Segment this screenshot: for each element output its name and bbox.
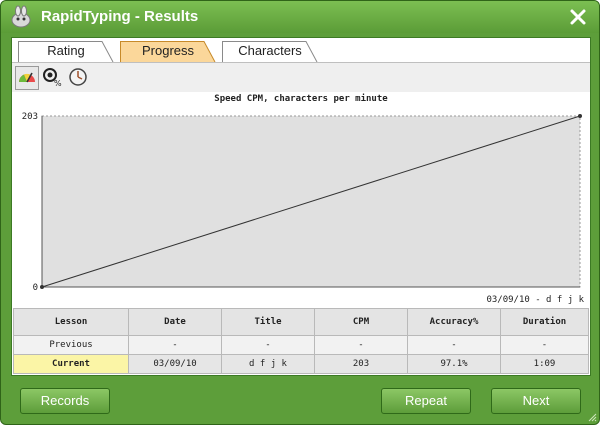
cell-date: - bbox=[128, 335, 222, 355]
rabbit-app-icon bbox=[11, 5, 31, 28]
duration-chart-button[interactable] bbox=[67, 66, 91, 90]
chart-title: Speed CPM, characters per minute bbox=[214, 94, 388, 104]
cell-cpm: - bbox=[314, 335, 408, 355]
clock-icon bbox=[69, 68, 87, 86]
title-bar[interactable]: RapidTyping - Results bbox=[1, 1, 599, 33]
speed-chart: 203 0 03/09/10 - d f j k Speed CPM, charac… bbox=[12, 92, 590, 306]
data-point bbox=[40, 285, 44, 289]
table-header-row: Lesson Date Title CPM Accuracy% Duration bbox=[13, 308, 589, 336]
tab-characters[interactable]: Characters bbox=[222, 40, 318, 62]
cell-accuracy: - bbox=[407, 335, 501, 355]
results-panel: Rating Progress Characters % 203 0 03/09… bbox=[11, 37, 591, 376]
speed-chart-button[interactable] bbox=[15, 66, 39, 90]
x-axis-caption: 03/09/10 - d f j k bbox=[486, 295, 584, 305]
header-lesson: Lesson bbox=[13, 308, 129, 336]
chart-toolbar: % bbox=[12, 62, 590, 93]
header-accuracy: Accuracy% bbox=[407, 308, 501, 336]
cell-title: - bbox=[221, 335, 315, 355]
tab-strip: Rating Progress Characters bbox=[12, 38, 590, 62]
cell-duration: 1:09 bbox=[500, 354, 589, 374]
y-tick-label: 0 bbox=[33, 283, 38, 293]
table-row-current: Current 03/09/10 d f j k 203 97.1% 1:09 bbox=[13, 354, 589, 374]
cell-title: d f j k bbox=[221, 354, 315, 374]
next-button[interactable]: Next bbox=[491, 388, 581, 414]
table-row-previous: Previous - - - - - bbox=[13, 335, 589, 355]
svg-text:%: % bbox=[54, 79, 62, 88]
cell-duration: - bbox=[500, 335, 589, 355]
y-tick-label: 203 bbox=[22, 112, 38, 122]
results-window: RapidTyping - Results Rating Progress Ch… bbox=[0, 0, 600, 425]
cell-date: 03/09/10 bbox=[128, 354, 222, 374]
header-date: Date bbox=[128, 308, 222, 336]
repeat-button[interactable]: Repeat bbox=[381, 388, 471, 414]
speed-gauge-icon bbox=[18, 72, 35, 83]
cell-accuracy: 97.1% bbox=[407, 354, 501, 374]
cell-cpm: 203 bbox=[314, 354, 408, 374]
header-duration: Duration bbox=[500, 308, 589, 336]
close-icon[interactable] bbox=[567, 6, 589, 28]
header-title: Title bbox=[221, 308, 315, 336]
accuracy-chart-button[interactable]: % bbox=[41, 66, 65, 90]
tab-characters-label: Characters bbox=[238, 43, 302, 58]
cell-lesson: Previous bbox=[13, 335, 129, 355]
cell-lesson: Current bbox=[13, 354, 129, 374]
window-title: RapidTyping - Results bbox=[41, 8, 199, 25]
records-button[interactable]: Records bbox=[20, 388, 110, 414]
header-cpm: CPM bbox=[314, 308, 408, 336]
tab-rating[interactable]: Rating bbox=[18, 40, 114, 62]
results-table: Lesson Date Title CPM Accuracy% Duration… bbox=[13, 308, 589, 374]
tab-progress[interactable]: Progress bbox=[120, 40, 216, 62]
accuracy-percent-icon: % bbox=[43, 68, 62, 88]
data-point bbox=[578, 114, 582, 118]
speed-chart-canvas: 203 0 03/09/10 - d f j k bbox=[22, 112, 585, 305]
tab-rating-label: Rating bbox=[47, 43, 85, 58]
tab-progress-label: Progress bbox=[141, 43, 195, 58]
resize-grip-icon[interactable] bbox=[587, 412, 597, 422]
